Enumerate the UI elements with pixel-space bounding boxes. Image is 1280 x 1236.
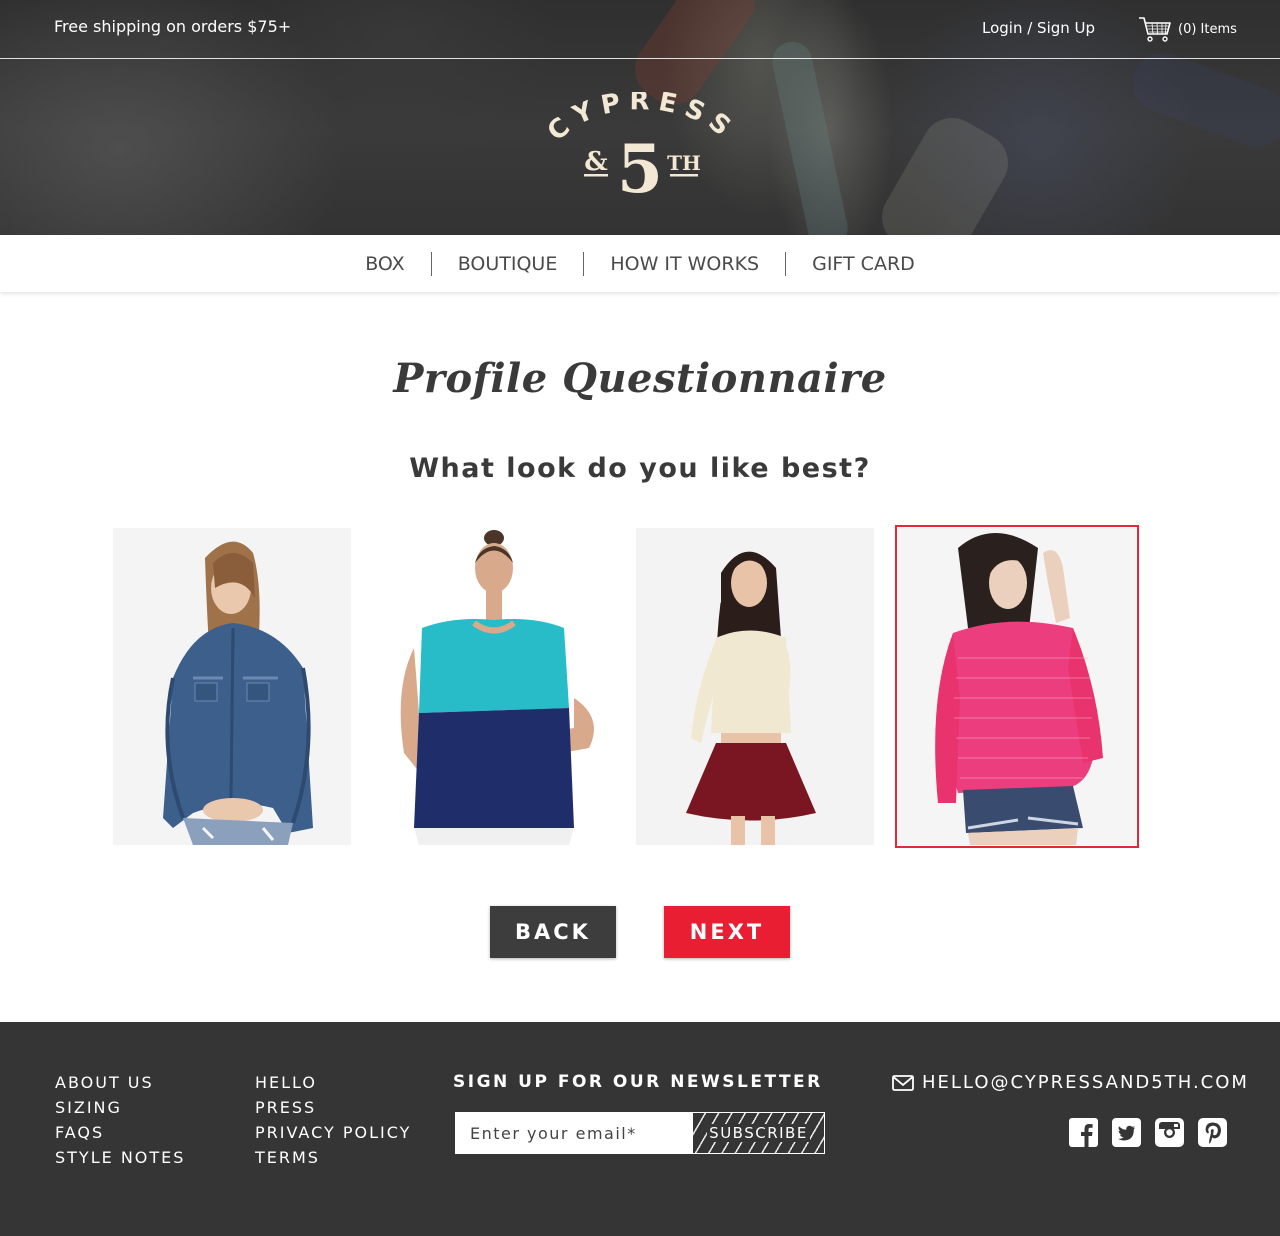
crop-top-skirt-look-image <box>636 528 874 845</box>
facebook-icon[interactable] <box>1069 1118 1098 1147</box>
footer-link-style-notes[interactable]: STYLE NOTES <box>55 1145 185 1170</box>
page-title: Profile Questionnaire <box>393 355 887 402</box>
hero-background-shape <box>871 106 1019 235</box>
denim-jacket-look-image <box>113 528 351 845</box>
svg-text:5: 5 <box>617 130 663 202</box>
back-button[interactable]: BACK <box>490 906 616 958</box>
nav-item-boutique[interactable]: BOUTIQUE <box>432 252 584 276</box>
pink-sweater-look-image <box>898 528 1136 845</box>
footer-links-col-1: ABOUT US SIZING FAQS STYLE NOTES <box>55 1070 185 1170</box>
svg-text:&: & <box>584 147 607 177</box>
footer-link-press[interactable]: PRESS <box>255 1095 411 1120</box>
hero-background-shape <box>1124 44 1280 156</box>
footer-link-faqs[interactable]: FAQS <box>55 1120 185 1145</box>
colorblock-top-look-image <box>374 528 612 845</box>
cart-link[interactable]: (0) Items <box>1138 14 1237 44</box>
subscribe-button[interactable]: SUBSCRIBE <box>692 1112 825 1154</box>
next-button[interactable]: NEXT <box>664 906 790 958</box>
subscribe-label: SUBSCRIBE <box>707 1124 810 1142</box>
look-option-pink-sweater[interactable] <box>895 525 1139 848</box>
svg-text:TH: TH <box>667 151 701 175</box>
footer-links-col-2: HELLO PRESS PRIVACY POLICY TERMS <box>255 1070 411 1170</box>
envelope-icon <box>892 1074 914 1091</box>
login-signup-link[interactable]: Login / Sign Up <box>982 19 1095 37</box>
nav-item-gift-card[interactable]: GIFT CARD <box>786 252 941 276</box>
social-links <box>1069 1118 1227 1147</box>
footer-link-sizing[interactable]: SIZING <box>55 1095 185 1120</box>
contact-email-text: HELLO@CYPRESSAND5TH.COM <box>922 1072 1249 1093</box>
question-text: What look do you like best? <box>409 453 871 484</box>
main-nav: BOX BOUTIQUE HOW IT WORKS GIFT CARD <box>0 235 1280 292</box>
footer-link-privacy-policy[interactable]: PRIVACY POLICY <box>255 1120 411 1145</box>
top-bar: Free shipping on orders $75+ Login / Sig… <box>0 0 1280 59</box>
look-option-colorblock-top[interactable] <box>374 528 612 845</box>
footer-link-hello[interactable]: HELLO <box>255 1070 411 1095</box>
nav-item-box[interactable]: BOX <box>339 252 430 276</box>
nav-item-how-it-works[interactable]: HOW IT WORKS <box>584 252 785 276</box>
cypress-5th-logo[interactable]: CYPRESS & 5 TH <box>538 92 742 202</box>
footer-link-about-us[interactable]: ABOUT US <box>55 1070 185 1095</box>
footer-link-terms[interactable]: TERMS <box>255 1145 411 1170</box>
look-option-crop-top-skirt[interactable] <box>636 528 874 845</box>
shopping-cart-icon <box>1139 17 1171 42</box>
hero-background-shape <box>768 38 852 235</box>
footer: ABOUT US SIZING FAQS STYLE NOTES HELLO P… <box>0 1022 1280 1236</box>
twitter-icon[interactable] <box>1112 1118 1141 1147</box>
cart-count: (0) Items <box>1178 21 1237 37</box>
look-option-denim-jacket[interactable] <box>113 528 351 845</box>
free-shipping-notice: Free shipping on orders $75+ <box>54 17 292 36</box>
hero-header: Free shipping on orders $75+ Login / Sig… <box>0 0 1280 235</box>
instagram-icon[interactable] <box>1155 1118 1184 1147</box>
contact-email-link[interactable]: HELLO@CYPRESSAND5TH.COM <box>892 1072 1249 1093</box>
pinterest-icon[interactable] <box>1198 1118 1227 1147</box>
newsletter-heading: SIGN UP FOR OUR NEWSLETTER <box>453 1072 823 1092</box>
newsletter-email-input[interactable] <box>455 1112 692 1154</box>
